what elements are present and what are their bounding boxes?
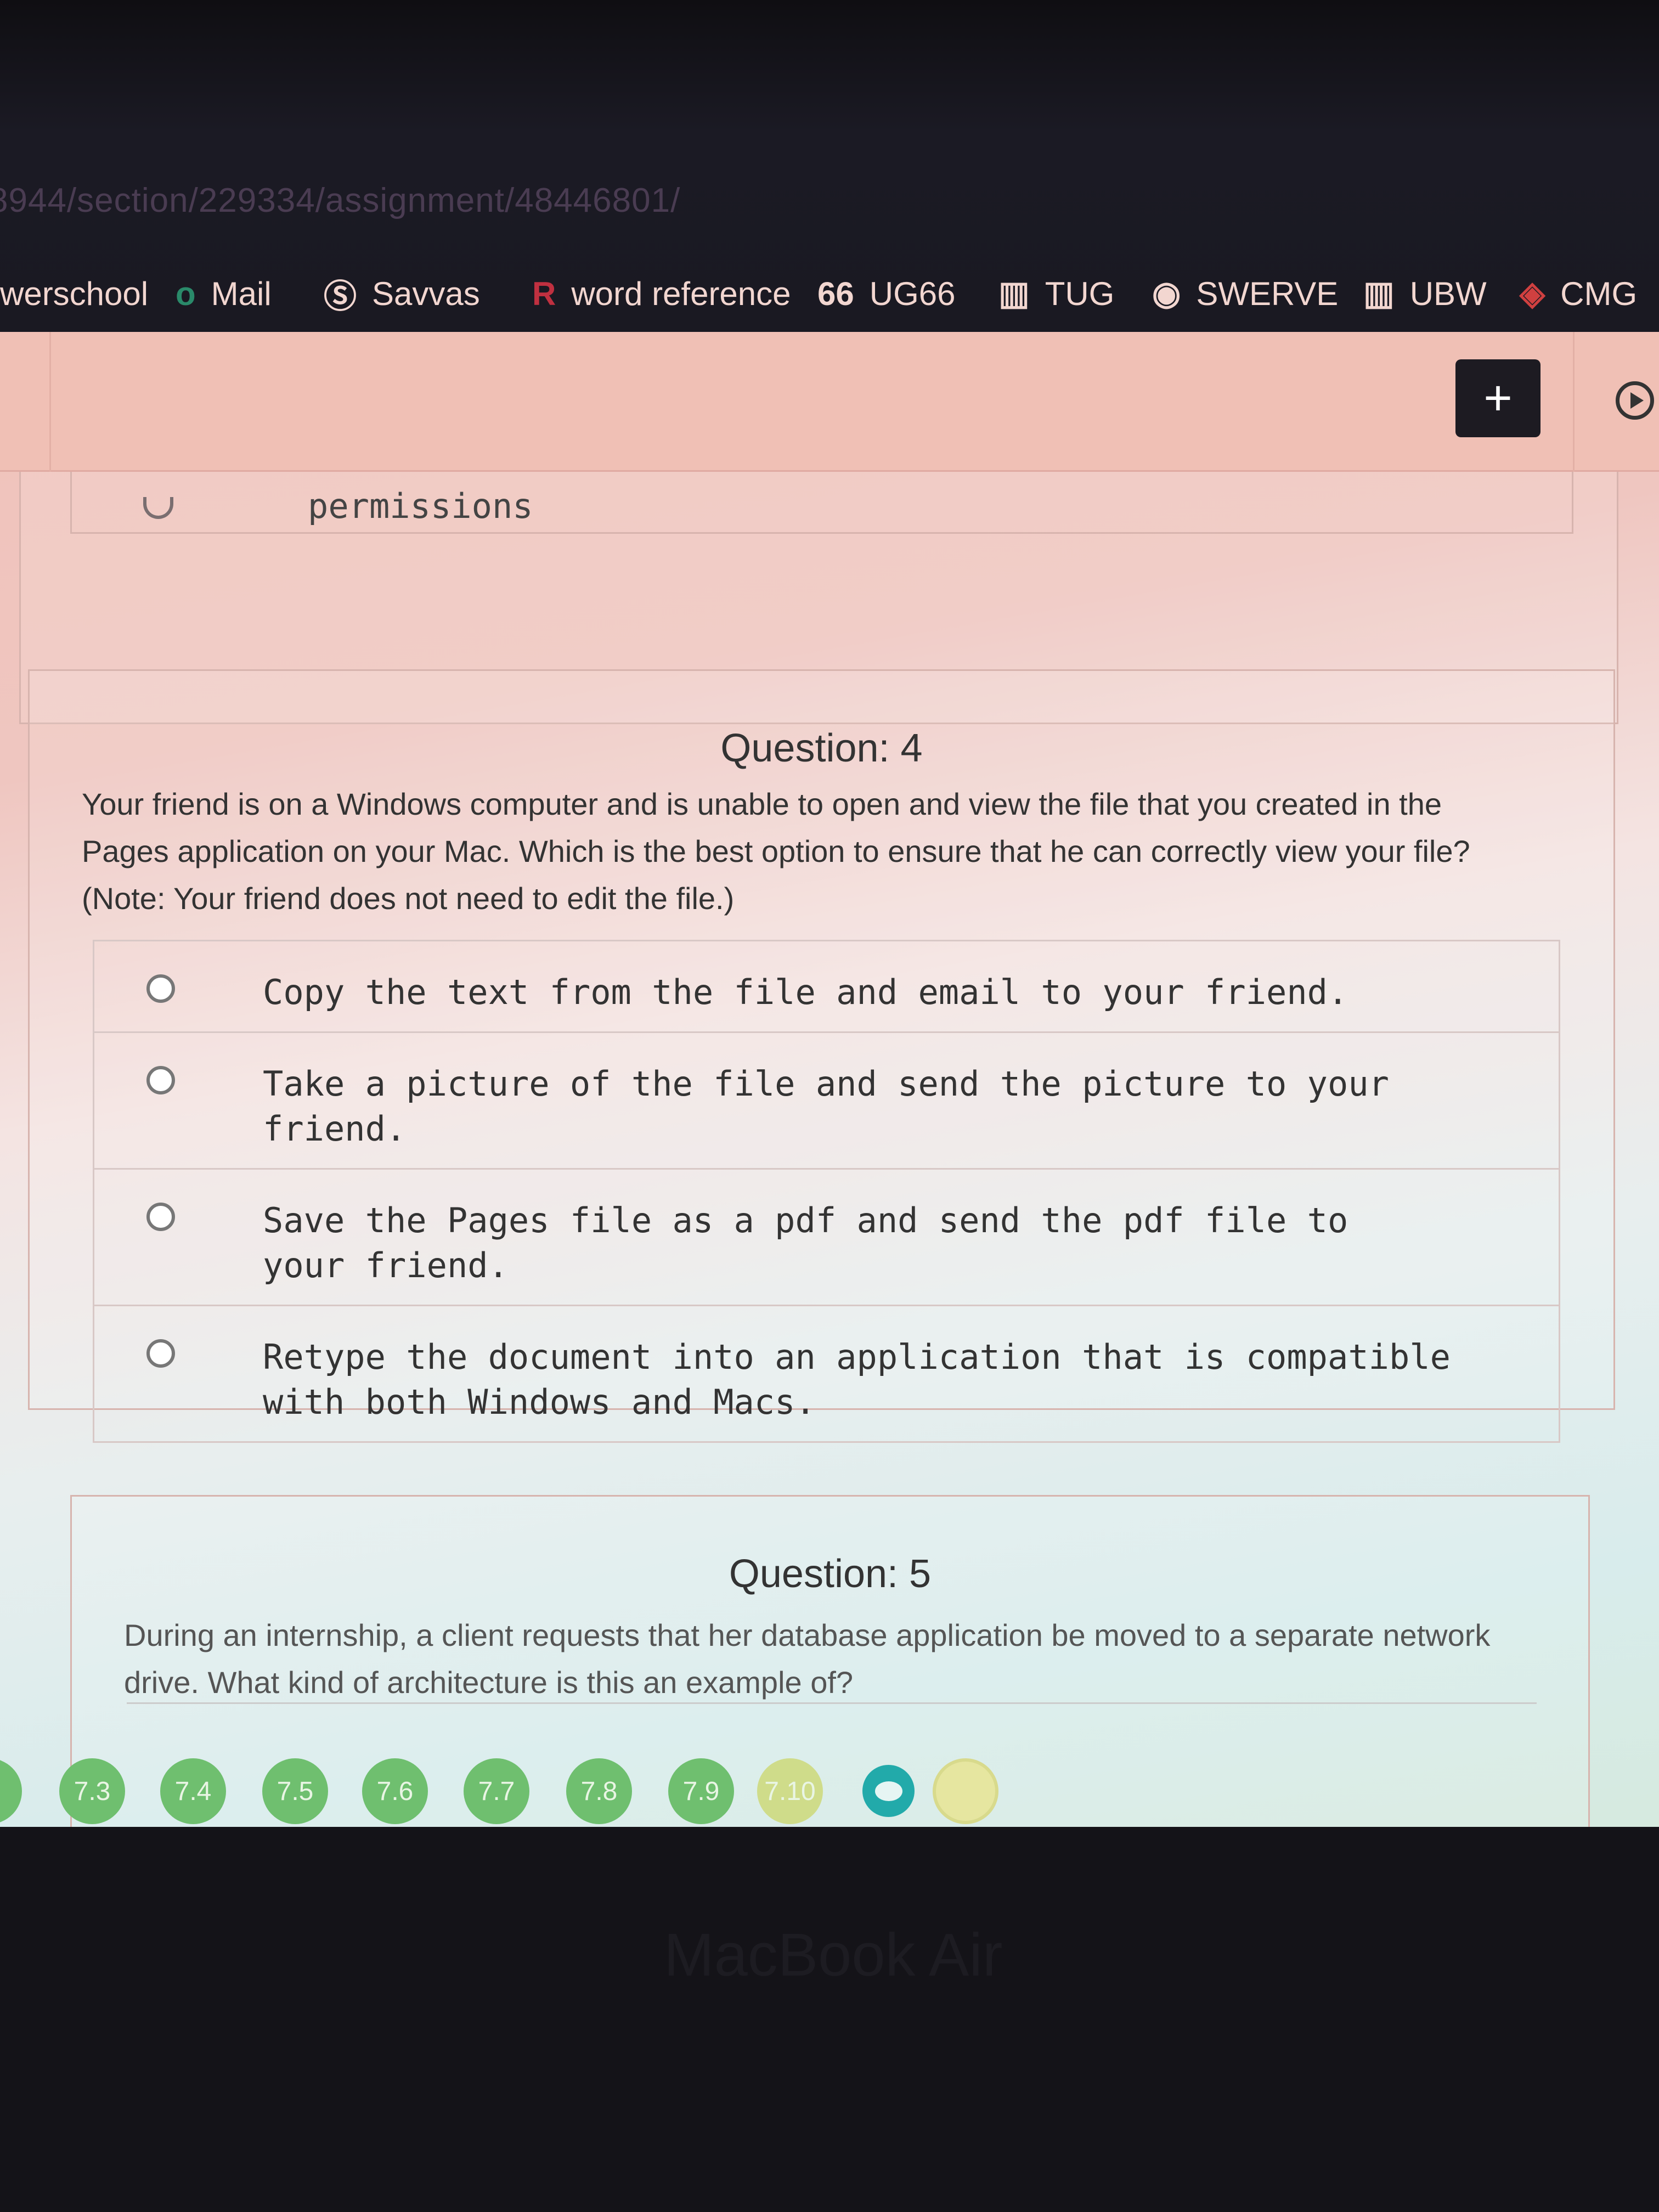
bookmarks-bar: werschool o Mail Ⓢ Savvas Rword reference … <box>0 263 1659 324</box>
finish-icon[interactable] <box>933 1758 998 1824</box>
radio-button[interactable] <box>146 1203 175 1231</box>
answer-option[interactable]: Copy the text from the file and email to… <box>94 941 1559 1033</box>
nav-item[interactable]: 7.6 <box>362 1758 428 1824</box>
bookmark-tug[interactable]: ▥ TUG <box>998 263 1114 324</box>
bookmark-label: Mail <box>211 275 272 312</box>
section-navigation: 2 7.3 7.4 7.5 7.6 7.7 7.8 7.9 7.10 <box>0 1758 1659 1827</box>
page-content: permissions + Question: 4 Your friend is… <box>0 332 1659 1827</box>
nav-item[interactable]: 7.9 <box>668 1758 734 1824</box>
nav-item-current[interactable]: 7.10 <box>757 1758 823 1824</box>
assignment-toolbar: + <box>0 332 1659 472</box>
ug66-icon: 66 <box>817 275 854 312</box>
question-line: drive. What kind of architecture is this… <box>124 1665 854 1700</box>
bookmark-powerschool[interactable]: werschool <box>0 263 148 324</box>
bookmark-label: UBW <box>1409 275 1487 312</box>
ubw-icon: ▥ <box>1363 275 1395 312</box>
bookmark-label: CMG <box>1560 275 1638 312</box>
device-brand-label: MacBook Air <box>664 1921 1003 1989</box>
bookmark-ug66[interactable]: 66 UG66 <box>817 263 956 324</box>
bookmark-mail[interactable]: o Mail <box>176 263 272 324</box>
question-text: During an internship, a client requests … <box>124 1612 1500 1706</box>
option-text: Copy the text from the file and email to… <box>263 972 1348 1012</box>
option-text: permissions <box>308 486 533 526</box>
answer-option[interactable]: Take a picture of the file and send the … <box>94 1033 1559 1170</box>
option-text: Retype the document into an application … <box>263 1337 1451 1422</box>
answer-options <box>127 1702 1537 1757</box>
cmg-icon: ◈ <box>1520 275 1545 312</box>
play-icon[interactable] <box>1616 381 1654 420</box>
bookmark-word-reference[interactable]: Rword reference <box>532 263 791 324</box>
question-line: Pages application on your Mac. Which is … <box>82 834 1470 868</box>
bookmark-label: werschool <box>0 275 149 312</box>
nav-item[interactable]: 7.3 <box>59 1758 125 1824</box>
question-title: Question: 4 <box>720 726 923 770</box>
answer-option[interactable]: Save the Pages file as a pdf and send th… <box>94 1170 1559 1306</box>
option-text: Save the Pages file as a pdf and send th… <box>263 1200 1348 1285</box>
bookmark-label: SWERVE <box>1196 275 1339 312</box>
outlook-icon: o <box>176 275 196 312</box>
bookmark-ubw[interactable]: ▥ UBW <box>1363 263 1487 324</box>
nav-item[interactable]: 7.7 <box>464 1758 529 1824</box>
tug-icon: ▥ <box>998 275 1030 312</box>
toolbar-panel <box>49 332 1575 472</box>
answer-options: Copy the text from the file and email to… <box>93 940 1560 1443</box>
question-title: Question: 5 <box>729 1552 932 1596</box>
nav-item[interactable]: 7.8 <box>566 1758 632 1824</box>
bookmark-cmg[interactable]: ◈ CMG <box>1520 263 1637 324</box>
radio-button[interactable] <box>146 974 175 1003</box>
question-text: Your friend is on a Windows computer and… <box>82 781 1526 922</box>
nav-item[interactable]: 2 <box>0 1758 22 1824</box>
address-bar-url[interactable]: 8944/section/229334/assignment/48446801/ <box>0 181 680 220</box>
nav-item[interactable]: 7.4 <box>160 1758 226 1824</box>
question-line: (Note: Your friend does not need to edit… <box>82 881 735 916</box>
option-text: Take a picture of the file and send the … <box>263 1064 1389 1149</box>
browser-chrome: 8944/section/229334/assignment/48446801/… <box>0 0 1659 332</box>
add-button[interactable]: + <box>1455 359 1541 437</box>
bookmark-swerve[interactable]: ◉ SWERVE <box>1152 263 1338 324</box>
wordreference-icon: R <box>532 275 556 312</box>
swerve-icon: ◉ <box>1152 275 1181 312</box>
radio-button[interactable] <box>143 497 173 519</box>
bookmark-label: word reference <box>571 275 791 312</box>
bookmark-label: TUG <box>1045 275 1115 312</box>
radio-button[interactable] <box>146 1066 175 1094</box>
savvas-icon: Ⓢ <box>324 278 357 315</box>
question-4-card: Question: 4 Your friend is on a Windows … <box>28 669 1615 1443</box>
question-line: Your friend is on a Windows computer and… <box>82 787 1442 821</box>
answer-option[interactable]: Retype the document into an application … <box>94 1306 1559 1441</box>
chat-icon[interactable] <box>862 1765 915 1817</box>
bookmark-savvas[interactable]: Ⓢ Savvas <box>324 263 480 324</box>
radio-button[interactable] <box>146 1339 175 1368</box>
question-line: During an internship, a client requests … <box>124 1618 1491 1652</box>
bookmark-label: Savvas <box>372 275 480 312</box>
nav-item[interactable]: 7.5 <box>262 1758 328 1824</box>
bookmark-label: UG66 <box>869 275 956 312</box>
